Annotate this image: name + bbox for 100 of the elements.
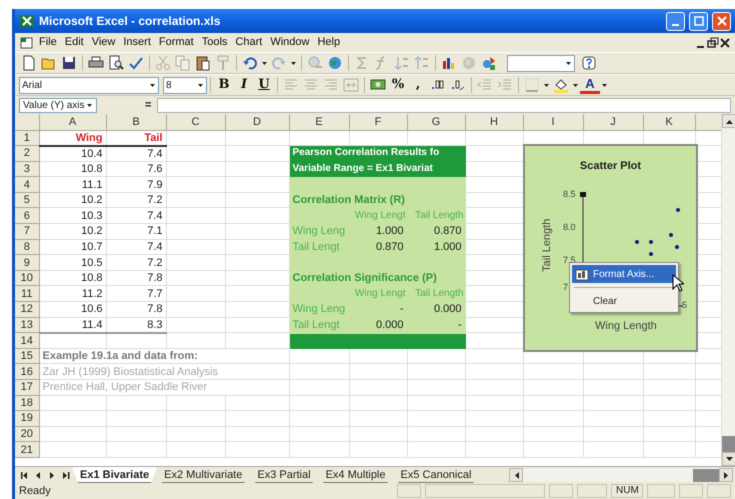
- note-text: Zar JH (1999) Biostatistical Analysis: [39, 364, 289, 380]
- note-text: Prentice Hall, Upper Saddle River: [39, 380, 289, 396]
- row-number[interactable]: 2: [15, 146, 39, 162]
- data-value: 7.8: [106, 270, 166, 286]
- data-value: 10.8: [39, 270, 106, 286]
- column-header[interactable]: K: [643, 114, 695, 130]
- menu-item[interactable]: Tools: [198, 34, 232, 51]
- scroll-right-button[interactable]: [719, 468, 733, 482]
- row-number[interactable]: 7: [15, 224, 39, 240]
- column-header[interactable]: D: [225, 114, 289, 130]
- menu-item[interactable]: Clear: [572, 292, 676, 310]
- vertical-scrollbar[interactable]: [721, 114, 735, 466]
- column-header[interactable]: F: [349, 114, 407, 130]
- menu-item[interactable]: Help: [313, 34, 344, 51]
- column-header[interactable]: E: [289, 114, 349, 130]
- row-number[interactable]: 13: [15, 317, 39, 333]
- results-title: Variable Range = Ex1 Bivariat: [289, 161, 465, 177]
- row-number[interactable]: 1: [15, 130, 39, 146]
- data-value: 10.5: [39, 254, 106, 270]
- section-heading: Correlation Significance (P): [289, 270, 465, 286]
- data-value: 11.4: [39, 317, 106, 333]
- row-number[interactable]: 16: [15, 364, 39, 380]
- row-number[interactable]: 18: [15, 395, 39, 411]
- row-number[interactable]: 5: [15, 192, 39, 208]
- data-value: 10.6: [39, 302, 106, 318]
- sheet-tab[interactable]: Ex1 Bivariate: [72, 467, 158, 483]
- axis-title: Wing Length: [595, 319, 657, 334]
- column-header[interactable]: A: [39, 114, 106, 130]
- globe-icon: [327, 55, 343, 71]
- row-number[interactable]: 17: [15, 380, 39, 396]
- row-number[interactable]: 11: [15, 286, 39, 302]
- name-box[interactable]: Value (Y) axis: [19, 98, 97, 112]
- row-number[interactable]: 14: [15, 332, 39, 348]
- correlation-value: 1.000: [407, 239, 465, 255]
- maximize-button[interactable]: [689, 12, 708, 30]
- menu-item[interactable]: Insert: [119, 34, 155, 51]
- correlation-value: 0.870: [407, 224, 465, 240]
- menu-item[interactable]: Format: [154, 34, 198, 51]
- data-value: 10.2: [39, 224, 106, 240]
- mouse-pointer-icon: [672, 274, 684, 292]
- column-header[interactable]: H: [465, 114, 523, 130]
- font-size-field[interactable]: 8: [163, 76, 207, 94]
- data-value: 8.3: [106, 317, 166, 333]
- menu-item[interactable]: Chart: [231, 34, 266, 51]
- scroll-left-button[interactable]: [509, 468, 524, 482]
- format-button[interactable]: %: [388, 75, 408, 95]
- row-number[interactable]: 10: [15, 270, 39, 286]
- restore-icon[interactable]: [707, 36, 719, 48]
- bold-button[interactable]: B: [214, 75, 234, 95]
- data-value: 10.8: [39, 161, 106, 177]
- font-field[interactable]: Arial: [19, 76, 159, 94]
- row-number[interactable]: 19: [15, 410, 39, 426]
- save-icon: [61, 55, 77, 71]
- scrollbar-thumb[interactable]: [693, 468, 719, 482]
- row-number[interactable]: 12: [15, 302, 39, 318]
- row-number[interactable]: 15: [15, 348, 39, 364]
- correlation-value: 0.000: [349, 317, 407, 333]
- spelling-icon: [128, 55, 144, 71]
- row-number[interactable]: 4: [15, 176, 39, 192]
- column-header[interactable]: G: [407, 114, 465, 130]
- font-size-value: 8: [166, 78, 173, 92]
- menu-item[interactable]: Window: [266, 34, 314, 51]
- excel-logo-icon: [19, 13, 35, 29]
- minimize-icon: [672, 24, 679, 26]
- row-number[interactable]: 20: [15, 426, 39, 442]
- row-number[interactable]: 6: [15, 208, 39, 224]
- correlation-value: 0.000: [407, 302, 465, 318]
- results-title: Pearson Correlation Results fo: [289, 146, 465, 162]
- caret-icon: [565, 60, 572, 66]
- column-header[interactable]: I: [523, 114, 583, 130]
- menu-item[interactable]: View: [88, 34, 120, 51]
- scatter-points-drawing: [635, 208, 680, 256]
- scrollbar-thumb[interactable]: [722, 436, 735, 452]
- zoom-field[interactable]: [507, 54, 575, 72]
- column-title: Tail: [106, 130, 166, 146]
- close-icon[interactable]: [719, 36, 731, 48]
- menu-item[interactable]: Edit: [60, 34, 88, 51]
- row-number[interactable]: 3: [15, 161, 39, 177]
- formula-field[interactable]: [157, 98, 731, 112]
- underline-button[interactable]: U: [254, 75, 274, 95]
- row-number[interactable]: 8: [15, 239, 39, 255]
- scroll-up-button[interactable]: [722, 114, 735, 128]
- column-header[interactable]: C: [166, 114, 225, 130]
- italic-button[interactable]: I: [234, 75, 254, 95]
- scroll-down-button[interactable]: [722, 452, 735, 466]
- format-button[interactable]: ,: [408, 75, 428, 95]
- menu-item[interactable]: File: [35, 34, 61, 51]
- horizontal-scrollbar[interactable]: [509, 468, 733, 482]
- column-header[interactable]: J: [583, 114, 643, 130]
- data-value: 10.3: [39, 208, 106, 224]
- row-number[interactable]: 21: [15, 442, 39, 458]
- menu-item[interactable]: Format Axis...: [572, 265, 676, 283]
- right-arrow-icon: [724, 472, 728, 478]
- caret-icon: [149, 82, 156, 88]
- minimize-button[interactable]: [666, 12, 685, 30]
- font-color-button[interactable]: A: [580, 76, 600, 94]
- row-number[interactable]: 9: [15, 254, 39, 270]
- close-button[interactable]: [712, 12, 731, 30]
- borders-icon: [524, 77, 540, 93]
- column-header[interactable]: B: [106, 114, 166, 130]
